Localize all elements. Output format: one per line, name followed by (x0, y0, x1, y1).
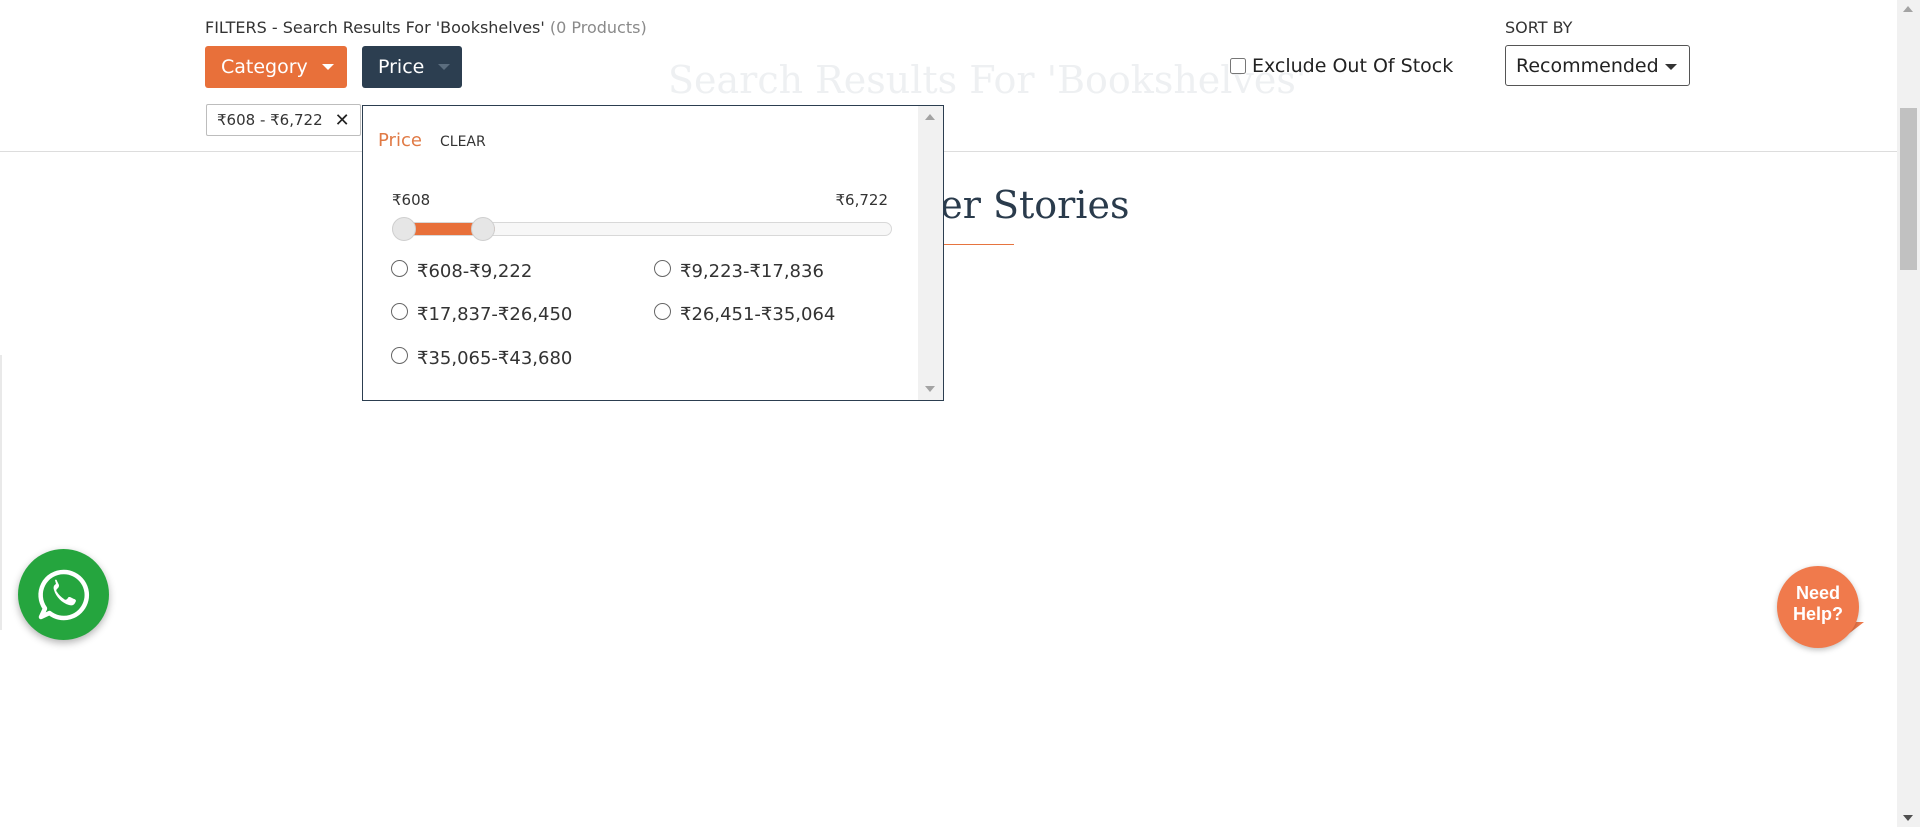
remove-filter-icon[interactable]: ✕ (335, 110, 350, 131)
price-option-label: ₹9,223-₹17,836 (680, 261, 824, 282)
page-edge-divider (0, 355, 2, 630)
scroll-down-icon[interactable] (1903, 815, 1913, 821)
category-button-label: Category (221, 56, 308, 78)
radio-button[interactable] (391, 303, 408, 320)
clear-price-button[interactable]: CLEAR (440, 134, 486, 150)
scrollbar-thumb[interactable] (1900, 108, 1917, 270)
price-option-label: ₹17,837-₹26,450 (417, 304, 573, 325)
filters-label: FILTERS - Search Results For 'Bookshelve… (205, 18, 647, 37)
price-option-label: ₹608-₹9,222 (417, 261, 533, 282)
sort-select[interactable]: Recommended (1505, 45, 1690, 86)
exclude-out-of-stock[interactable]: Exclude Out Of Stock (1230, 55, 1453, 77)
price-filter-popup: Price CLEAR ₹608 ₹6,722 ₹608-₹9,222 ₹9,2… (362, 105, 944, 401)
active-filter-chip: ₹608 - ₹6,722 ✕ (206, 104, 361, 136)
price-option[interactable]: ₹35,065-₹43,680 (391, 347, 573, 369)
popup-pointer (393, 90, 425, 106)
chip-label: ₹608 - ₹6,722 (217, 111, 323, 129)
scroll-up-icon[interactable] (1903, 6, 1913, 12)
radio-button[interactable] (654, 303, 671, 320)
need-help-label: Need Help? (1792, 583, 1843, 624)
exclude-out-of-stock-label: Exclude Out Of Stock (1252, 55, 1454, 77)
whatsapp-button[interactable] (18, 549, 109, 640)
filters-label-text: FILTERS - Search Results For 'Bookshelve… (205, 18, 545, 37)
product-count: (0 Products) (549, 18, 647, 37)
price-option-label: ₹26,451-₹35,064 (680, 304, 836, 325)
popup-scrollbar[interactable] (918, 106, 943, 400)
scroll-down-icon[interactable] (925, 386, 935, 392)
price-button-label: Price (378, 56, 425, 78)
range-max-label: ₹6,722 (835, 191, 889, 209)
radio-button[interactable] (391, 347, 408, 364)
chevron-down-icon (321, 64, 334, 70)
slider-min-handle[interactable] (392, 217, 416, 241)
radio-button[interactable] (654, 260, 671, 277)
price-filter-button[interactable]: Price (362, 46, 462, 88)
exclude-out-of-stock-checkbox[interactable] (1230, 58, 1246, 74)
whatsapp-icon (37, 569, 89, 620)
range-min-label: ₹608 (392, 191, 431, 209)
scroll-up-icon[interactable] (925, 114, 935, 120)
sort-by-label: SORT BY (1505, 18, 1573, 37)
slider-max-handle[interactable] (470, 217, 495, 241)
sort-selected-value: Recommended (1516, 54, 1659, 77)
popup-title: Price (378, 130, 422, 151)
price-option[interactable]: ₹17,837-₹26,450 (391, 303, 573, 325)
price-option[interactable]: ₹608-₹9,222 (391, 260, 533, 282)
search-results-heading: Search Results For 'Bookshelves' (668, 58, 1307, 102)
need-help-button[interactable]: Need Help? (1777, 566, 1859, 648)
chevron-down-icon (1665, 64, 1677, 70)
filter-bar: Search Results For 'Bookshelves' FILTERS… (0, 0, 1897, 152)
chevron-down-icon (438, 64, 451, 70)
radio-button[interactable] (391, 260, 408, 277)
price-option[interactable]: ₹9,223-₹17,836 (654, 260, 824, 282)
price-option-label: ₹35,065-₹43,680 (417, 348, 573, 369)
price-option[interactable]: ₹26,451-₹35,064 (654, 303, 836, 325)
page-scrollbar[interactable] (1897, 0, 1920, 827)
category-filter-button[interactable]: Category (205, 46, 347, 88)
